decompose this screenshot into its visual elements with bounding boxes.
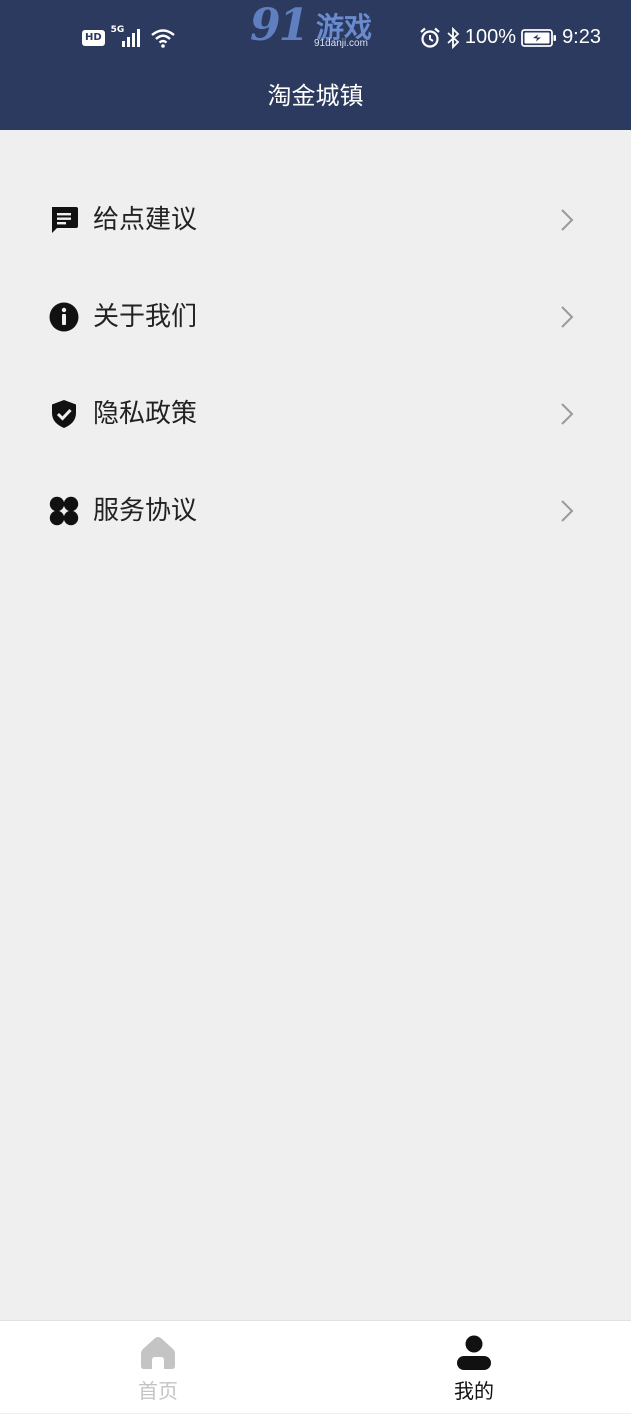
clock: 9:23 (562, 26, 601, 48)
chevron-right-icon (561, 500, 574, 522)
status-right: 100% 9:23 (419, 26, 601, 49)
menu-item-terms[interactable]: 服务协议 (0, 461, 631, 558)
tab-label: 首页 (138, 1379, 178, 1403)
watermark-digits: 91 (250, 0, 309, 51)
wifi-icon (150, 29, 175, 48)
chevron-right-icon (561, 209, 574, 231)
watermark-logo: 91 游戏 91danji.com (250, 0, 385, 54)
status-left: HD 5G (82, 25, 175, 49)
menu-item-privacy[interactable]: 隐私政策 (0, 364, 631, 461)
clover-icon (49, 496, 79, 526)
menu-item-about[interactable]: 关于我们 (0, 267, 631, 364)
chevron-right-icon (561, 306, 574, 328)
message-icon (52, 207, 78, 233)
info-icon (49, 302, 79, 332)
menu-item-feedback[interactable]: 给点建议 (0, 170, 631, 267)
home-icon (141, 1337, 175, 1369)
page-title: 淘金城镇 (267, 82, 364, 110)
signal-icon: 5G (111, 25, 145, 49)
status-bar: HD 5G 91 游戏 91danji.com 100% 9:23 (0, 0, 631, 78)
bluetooth-icon (447, 26, 460, 49)
bottom-tab-bar: 首页 我的 (0, 1320, 631, 1413)
chevron-right-icon (561, 403, 574, 425)
battery-percent: 100% (464, 26, 517, 48)
tab-home[interactable]: 首页 (78, 1321, 238, 1414)
user-icon (457, 1335, 491, 1370)
menu-label: 关于我们 (93, 302, 198, 332)
hd-badge: HD (82, 30, 105, 46)
watermark-url: 91danji.com (314, 38, 368, 49)
app-header: HD 5G 91 游戏 91danji.com 100% 9:23 淘金城镇 (0, 0, 631, 130)
settings-menu: 给点建议 关于我们 隐私政策 服务协议 (0, 170, 631, 558)
menu-label: 给点建议 (93, 205, 198, 235)
battery-icon (521, 28, 557, 47)
menu-label: 隐私政策 (93, 399, 198, 429)
alarm-icon (420, 27, 440, 48)
shield-check-icon (52, 400, 76, 428)
menu-label: 服务协议 (93, 496, 198, 526)
tab-mine[interactable]: 我的 (394, 1321, 554, 1414)
tab-label: 我的 (454, 1379, 494, 1403)
